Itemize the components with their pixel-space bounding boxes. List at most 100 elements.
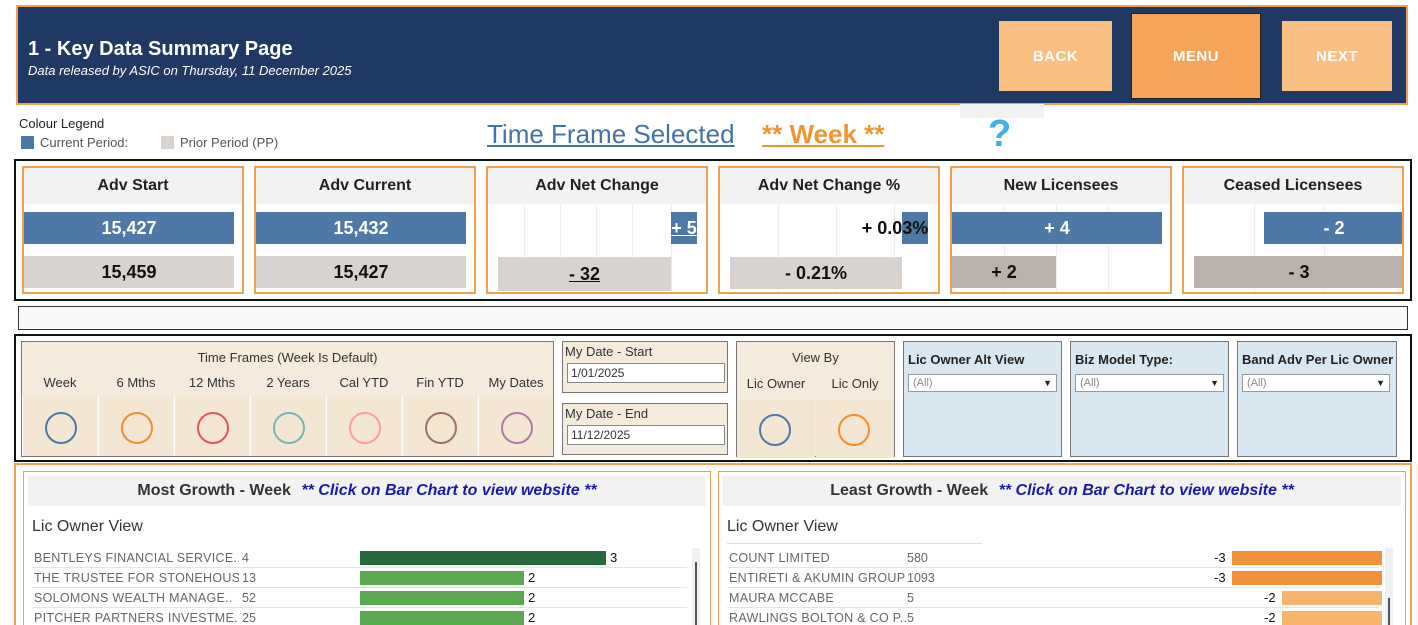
kpi-bars: + 5 - 32 (488, 204, 706, 292)
adviser-count: 580 (907, 551, 928, 565)
adviser-count: 25 (242, 611, 256, 625)
kpi-title: Adv Net Change (488, 168, 706, 204)
table-row[interactable]: PITCHER PARTNERS INVESTME.. 25 2 (32, 608, 687, 625)
kpi-title: New Licensees (952, 168, 1170, 204)
growth-bar[interactable] (1282, 591, 1382, 605)
growth-section: Most Growth - Week ** Click on Bar Chart… (14, 463, 1412, 625)
tf-option-cell[interactable] (326, 396, 401, 456)
kpi-adv-net-change[interactable]: Adv Net Change + 5 - 32 (486, 166, 708, 294)
table-row[interactable]: RAWLINGS BOLTON & CO P.. 5 -2 (727, 608, 1382, 625)
kpi-title: Adv Start (24, 168, 242, 204)
chevron-down-icon[interactable]: ▼ (1043, 375, 1052, 391)
radio-circle-icon[interactable] (838, 414, 870, 446)
view-by-cell[interactable] (737, 400, 815, 458)
kpi-ceased-licensees[interactable]: Ceased Licensees - 2 - 3 (1182, 166, 1404, 294)
growth-bar[interactable] (360, 591, 524, 605)
table-row[interactable]: SOLOMONS WEALTH MANAGE.. 52 2 (32, 588, 687, 608)
tf-option-label: 6 Mths (116, 375, 156, 390)
view-by-lic-owner[interactable]: Lic Owner (737, 370, 815, 458)
lic-owner-alt-view-filter: Lic Owner Alt View (All) ▼ (903, 341, 1062, 457)
growth-value-label: 2 (528, 610, 536, 625)
current-bar: 15,432 (256, 212, 466, 244)
tf-option-label: Cal YTD (339, 375, 389, 390)
table-row[interactable]: COUNT LIMITED 580 -3 (727, 548, 1382, 568)
page-header: 1 - Key Data Summary Page Data released … (16, 5, 1408, 105)
legend-current-label: Current Period: (40, 135, 129, 150)
tf-option-my-dates[interactable]: My Dates (478, 370, 554, 456)
radio-circle-icon[interactable] (45, 412, 77, 444)
radio-circle-icon[interactable] (349, 412, 381, 444)
view-by-option-label: Lic Only (831, 376, 879, 391)
next-button[interactable]: NEXT (1282, 21, 1392, 91)
kpi-adv-current[interactable]: Adv Current 15,432 15,427 (254, 166, 476, 294)
kpi-bars: + 0.03% - 0.21% (720, 204, 938, 292)
tf-option-cell[interactable] (250, 396, 325, 456)
menu-button[interactable]: MENU (1131, 13, 1261, 99)
table-row[interactable]: BENTLEYS FINANCIAL SERVICE.. 4 3 (32, 548, 687, 568)
tf-option-cell[interactable] (478, 396, 553, 456)
growth-bar[interactable] (360, 551, 606, 565)
scrollbar-thumb[interactable] (695, 562, 697, 625)
tf-option-week[interactable]: Week (22, 370, 98, 456)
table-row[interactable]: THE TRUSTEE FOR STONEHOUS.. 13 2 (32, 568, 687, 588)
kpi-adv-net-change-pct[interactable]: Adv Net Change % + 0.03% - 0.21% (718, 166, 940, 294)
adviser-count: 52 (242, 591, 256, 605)
colour-legend-title: Colour Legend (19, 116, 105, 131)
tf-option-12-mths[interactable]: 12 Mths (174, 370, 250, 456)
scrollbar[interactable] (692, 548, 700, 625)
dropdown-label: Lic Owner Alt View (908, 352, 1025, 367)
tf-option-fin-ytd[interactable]: Fin YTD (402, 370, 478, 456)
most-growth-panel: Most Growth - Week ** Click on Bar Chart… (23, 471, 711, 625)
tf-option-2-years[interactable]: 2 Years (250, 370, 326, 456)
tf-option-cell[interactable] (402, 396, 477, 456)
current-swatch (21, 136, 34, 149)
kpi-new-licensees[interactable]: New Licensees + 4 + 2 (950, 166, 1172, 294)
lic-owner-name: THE TRUSTEE FOR STONEHOUS.. (34, 571, 239, 585)
growth-bar[interactable] (1282, 611, 1382, 625)
radio-circle-icon[interactable] (425, 412, 457, 444)
scrollbar[interactable] (1385, 548, 1393, 625)
lic-owner-alt-view-select[interactable]: (All) ▼ (908, 374, 1057, 392)
most-growth-title: Most Growth - Week (137, 482, 291, 499)
table-row[interactable]: ENTIRETI & AKUMIN GROUP 1093 -3 (727, 568, 1382, 588)
help-icon[interactable]: ? (988, 113, 1011, 156)
scrollbar-thumb[interactable] (1388, 598, 1390, 625)
lic-owner-name: PITCHER PARTNERS INVESTME.. (34, 611, 239, 625)
growth-bar[interactable] (360, 571, 524, 585)
band-adv-select[interactable]: (All) ▼ (1242, 374, 1390, 392)
kpi-bars: 15,427 15,459 (24, 204, 242, 292)
time-frame-value: ** Week ** (762, 119, 885, 149)
kpi-bars: + 4 + 2 (952, 204, 1170, 292)
current-bar: - 2 (1264, 212, 1402, 244)
chevron-down-icon[interactable]: ▼ (1376, 375, 1385, 391)
tf-option-cell[interactable] (98, 396, 173, 456)
growth-bar[interactable] (1232, 551, 1382, 565)
growth-value-label: -2 (1264, 590, 1276, 605)
least-growth-note: ** Click on Bar Chart to view website ** (998, 482, 1294, 499)
tf-option-cell[interactable] (174, 396, 249, 456)
tf-option-6-mths[interactable]: 6 Mths (98, 370, 174, 456)
growth-value-label: 2 (528, 590, 536, 605)
radio-circle-icon[interactable] (121, 412, 153, 444)
growth-bar[interactable] (360, 611, 524, 625)
tf-option-cell[interactable] (22, 396, 97, 456)
tf-option-cal-ytd[interactable]: Cal YTD (326, 370, 402, 456)
back-button[interactable]: BACK (999, 21, 1112, 91)
date-end-input[interactable] (567, 425, 725, 445)
adviser-count: 1093 (907, 571, 935, 585)
prior-bar: + 2 (952, 256, 1056, 288)
radio-circle-icon[interactable] (197, 412, 229, 444)
most-growth-header: Most Growth - Week ** Click on Bar Chart… (28, 476, 706, 506)
growth-bar[interactable] (1232, 571, 1382, 585)
chevron-down-icon[interactable]: ▼ (1210, 375, 1219, 391)
radio-circle-icon[interactable] (273, 412, 305, 444)
radio-circle-icon[interactable] (759, 414, 791, 446)
date-start-input[interactable] (567, 363, 725, 383)
view-by-lic-only[interactable]: Lic Only (816, 370, 894, 458)
radio-circle-icon[interactable] (501, 412, 533, 444)
biz-model-type-select[interactable]: (All) ▼ (1075, 374, 1224, 392)
view-by-cell[interactable] (816, 400, 894, 458)
table-row[interactable]: MAURA MCCABE 5 -2 (727, 588, 1382, 608)
kpi-adv-start[interactable]: Adv Start 15,427 15,459 (22, 166, 244, 294)
lic-owner-name: BENTLEYS FINANCIAL SERVICE.. (34, 551, 239, 565)
